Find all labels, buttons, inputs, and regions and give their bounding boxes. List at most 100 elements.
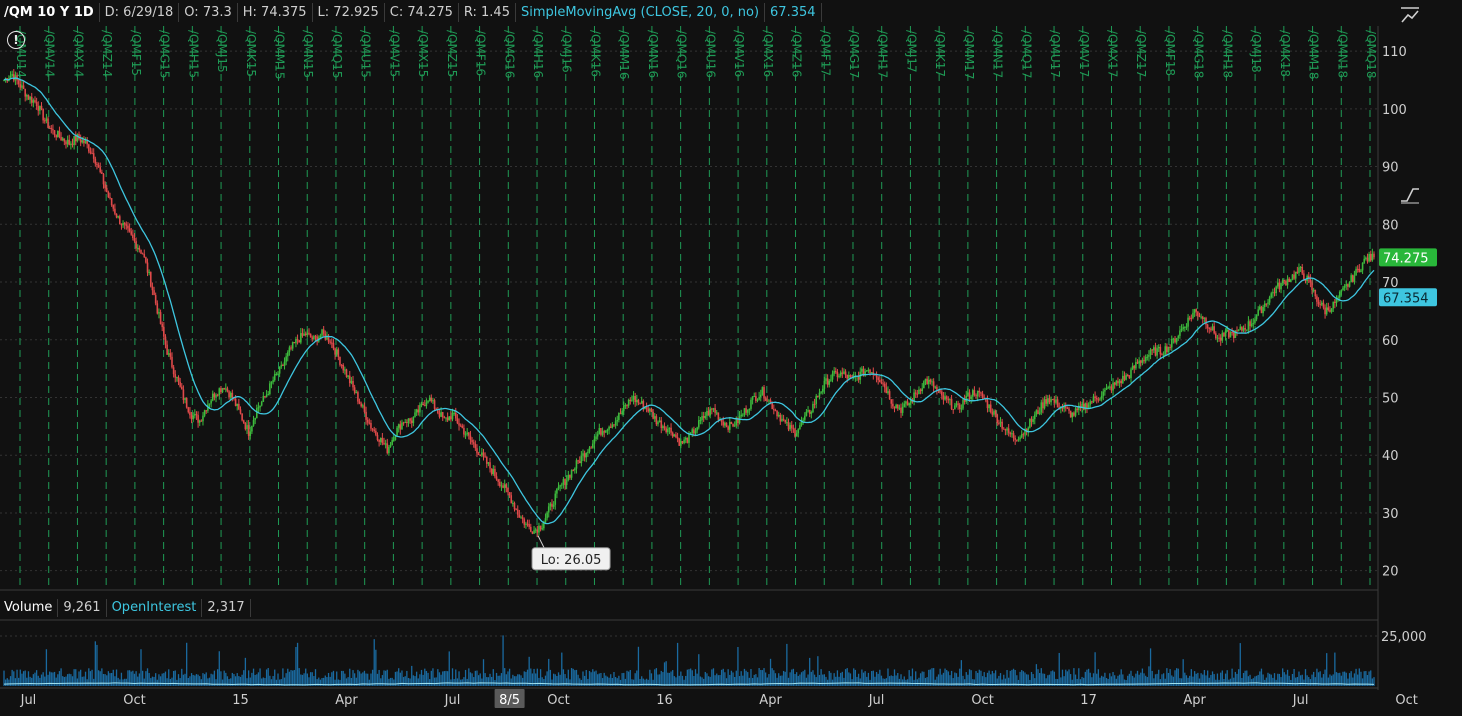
candle-body: [629, 399, 632, 401]
candle-body: [1138, 360, 1140, 364]
candle-body: [746, 410, 749, 413]
candle-body: [769, 400, 772, 403]
candle-body: [1298, 267, 1300, 273]
candle-body: [443, 417, 446, 419]
candle-body: [515, 509, 517, 511]
candle-body: [1280, 283, 1282, 290]
contract-label: /QMU16: [703, 30, 717, 78]
candle-body: [68, 139, 71, 145]
candle-body: [371, 428, 374, 430]
candle-body: [198, 420, 201, 423]
candle-body: [647, 408, 650, 412]
candle-body: [591, 443, 594, 448]
candle-body: [1252, 322, 1255, 324]
candle-body: [652, 411, 654, 419]
candle-body: [355, 392, 358, 394]
candle-body: [875, 375, 878, 378]
candle-body: [1249, 321, 1251, 327]
symbol-label[interactable]: /QM 10 Y 1D: [4, 3, 100, 22]
candle-body: [440, 412, 442, 417]
candle-body: [386, 443, 389, 454]
candle-body: [696, 427, 698, 431]
open-interest-label[interactable]: OpenInterest: [107, 599, 203, 617]
grid-lines: [0, 50, 1378, 572]
study-label[interactable]: SimpleMovingAvg (CLOSE, 20, 0, no): [516, 3, 766, 22]
candle-body: [247, 425, 250, 436]
candle-body: [557, 486, 560, 489]
contract-label: /QMN17: [991, 30, 1005, 78]
candle-body: [1047, 398, 1049, 404]
sma-line: [3, 77, 1375, 525]
candle-body: [428, 397, 431, 401]
candle-body: [546, 512, 548, 519]
candle-body: [409, 418, 411, 421]
contract-label: /QMG18: [1192, 30, 1206, 78]
candle-body: [357, 392, 359, 402]
candle-body: [636, 399, 638, 403]
candle-body: [114, 208, 116, 214]
candle-body: [313, 336, 315, 340]
candle-body: [1033, 414, 1036, 420]
candle-body: [683, 439, 685, 444]
candle-body: [136, 247, 139, 249]
candle-body: [1276, 282, 1279, 287]
candle-body: [1002, 428, 1005, 430]
contract-label: /QMH16: [531, 30, 545, 78]
candle-body: [711, 408, 713, 410]
drawing-tool-icon[interactable]: [1398, 4, 1422, 26]
contract-label: /QMF17: [818, 30, 832, 76]
candle-body: [347, 375, 349, 377]
candle-body: [621, 411, 623, 415]
candle-body: [420, 403, 423, 405]
candle-body: [265, 394, 268, 398]
candle-body: [1120, 380, 1123, 384]
candle-body: [1291, 274, 1294, 280]
candle-body: [575, 460, 578, 469]
candle-body: [1122, 375, 1124, 384]
candle-body: [1153, 347, 1155, 351]
candle-body: [611, 424, 614, 428]
candle-body: [799, 425, 801, 430]
candle-body: [603, 431, 605, 433]
candle-body: [260, 401, 263, 406]
candle-body: [507, 488, 509, 493]
candle-body: [1321, 302, 1323, 305]
candle-body: [580, 455, 583, 464]
volume-label[interactable]: Volume: [4, 599, 59, 617]
candle-body: [176, 377, 178, 379]
candle-body: [906, 401, 909, 406]
candle-body: [286, 352, 289, 357]
time-tick: Apr: [1183, 693, 1206, 708]
candle-body: [805, 411, 808, 416]
candle-body: [22, 85, 25, 89]
candle-body: [989, 404, 992, 413]
candle-body: [479, 455, 482, 457]
candle-body: [404, 422, 407, 424]
candle-body: [1102, 391, 1105, 396]
candle-body: [631, 399, 633, 401]
candle-body: [174, 374, 177, 378]
alert-icon[interactable]: !: [7, 31, 25, 49]
study-value: 67.354: [765, 3, 822, 22]
candle-body: [166, 344, 168, 355]
candle-body: [945, 396, 948, 399]
candle-body: [502, 485, 504, 488]
candle-body: [58, 130, 61, 138]
candle-body: [236, 403, 239, 406]
candle-body: [1146, 356, 1149, 358]
candle-body: [128, 228, 131, 232]
candle-body: [539, 525, 542, 530]
candle-body: [389, 445, 392, 447]
candle-body: [264, 396, 266, 398]
annotation-pointer: [537, 535, 545, 548]
candle-body: [249, 431, 252, 436]
candle-body: [494, 468, 496, 477]
candle-body: [980, 392, 982, 394]
candle-body: [145, 257, 147, 263]
candle-body: [60, 137, 62, 141]
candle-body: [926, 378, 928, 385]
candle-body: [459, 425, 462, 427]
candle-body: [896, 404, 899, 409]
candle-body: [76, 134, 79, 142]
chart-style-icon[interactable]: [1398, 183, 1422, 205]
